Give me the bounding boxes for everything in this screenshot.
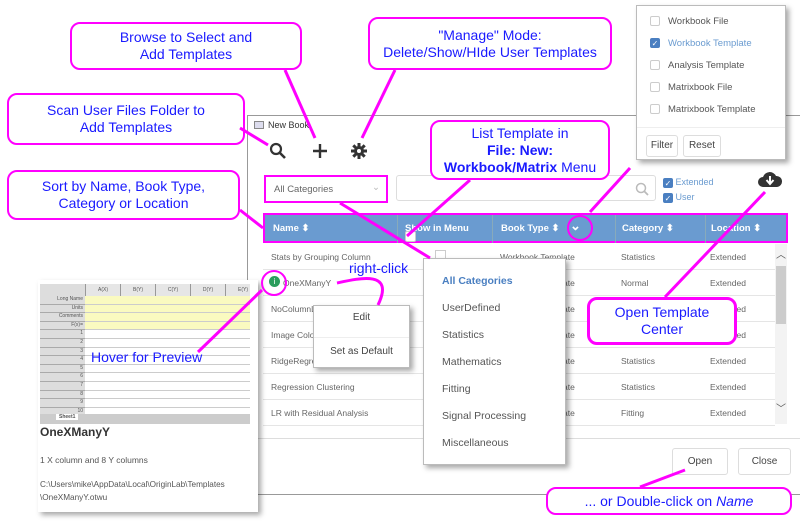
booktype-filter-popup: Filter Reset Workbook File ✓ Workbook Temp… (636, 5, 786, 160)
cell-category: Normal (621, 278, 649, 288)
booktype-option[interactable]: Matrixbook Template (650, 104, 755, 115)
col-book-type[interactable]: Book Type ⬍ (501, 223, 559, 234)
row-label: F(x)= (40, 322, 85, 331)
callout-template-center: Open Template Center (587, 297, 737, 345)
callout-double-click: ... or Double-click on Name (546, 487, 792, 515)
col-name[interactable]: Name ⬍ (273, 223, 309, 234)
booktype-filter-chevron-icon[interactable]: ⌄ (570, 218, 581, 234)
cell-location: Extended (710, 278, 746, 288)
template-preview: A(X) B(Y) C(Y) D(Y) E(Y) Long Name Units Commen… (38, 280, 258, 512)
row-label: 1 (40, 330, 85, 339)
cell-category: Statistics (621, 356, 656, 366)
cloud-download-icon[interactable] (757, 170, 783, 190)
label-hover-preview: Hover for Preview (91, 349, 203, 365)
plus-icon[interactable] (312, 143, 328, 159)
cell-location: Extended (710, 382, 746, 392)
row-label: 2 (40, 339, 85, 348)
col-location[interactable]: Location ⬍ (711, 223, 761, 234)
sheet-tab: Sheet1 (40, 414, 250, 424)
category-menu-item[interactable]: Miscellaneous (442, 437, 509, 449)
info-icon[interactable]: i (269, 276, 280, 287)
cell-name: LR with Residual Analysis (271, 408, 369, 418)
cell-category: Statistics (621, 382, 656, 392)
cell-name: Regression Clustering (271, 382, 355, 392)
callout-browse: Browse to Select and Add Templates (70, 22, 302, 70)
extended-label: Extended (675, 177, 714, 187)
scrollbar[interactable]: ︿ ﹀ (775, 244, 787, 424)
category-select[interactable]: All Categories ⌄ (264, 175, 388, 203)
cell-location: Extended (710, 356, 746, 366)
booktype-option[interactable]: Workbook File (650, 16, 729, 27)
category-menu-item[interactable]: Fitting (442, 383, 471, 395)
cell-category: Fitting (621, 408, 645, 418)
search-icon[interactable] (269, 142, 287, 160)
row-label: 8 (40, 391, 85, 400)
reset-button[interactable]: Reset (683, 135, 721, 157)
chevron-down-icon: ⌄ (372, 182, 380, 193)
gear-icon[interactable] (351, 143, 367, 159)
cell-location: Extended (710, 408, 746, 418)
row-label: 5 (40, 365, 85, 374)
cell-name: OneXManyY (283, 278, 332, 288)
booktype-option[interactable]: Analysis Template (650, 60, 744, 71)
window-title: New Book (268, 120, 310, 130)
cell-location: Extended (710, 252, 746, 262)
preview-description: 1 X column and 8 Y columns (40, 455, 148, 465)
row-label: 7 (40, 382, 85, 391)
label-right-click: right-click (349, 260, 409, 276)
column-header: E(Y) (225, 284, 250, 296)
cell-category: Statistics (621, 252, 656, 262)
column-header: C(Y) (155, 284, 190, 296)
user-label: User (675, 192, 695, 202)
category-menu-item[interactable]: Statistics (442, 329, 484, 341)
table-header: Name ⬍ Show in Menu Book Type ⬍ ⌄ Catego… (263, 213, 788, 243)
category-menu-item[interactable]: Signal Processing (442, 410, 526, 422)
col-show-in-menu[interactable]: Show in Menu (405, 223, 469, 242)
context-menu: Edit Set as Default (313, 305, 410, 368)
menu-item-edit[interactable]: Edit (314, 312, 409, 323)
category-menu-item[interactable]: All Categories (442, 275, 513, 287)
row-label: 9 (40, 399, 85, 408)
open-button[interactable]: Open (672, 448, 728, 475)
category-menu-item[interactable]: Mathematics (442, 356, 502, 368)
row-label: 3 (40, 348, 85, 357)
column-header: B(Y) (120, 284, 155, 296)
col-category[interactable]: Category ⬍ (622, 223, 674, 234)
category-select-value: All Categories (274, 184, 334, 195)
preview-path: C:\Users\mike\AppData\Local\OriginLab\Te… (40, 480, 225, 489)
booktype-option[interactable]: ✓ Workbook Template (650, 38, 752, 49)
user-checkbox[interactable]: ✓ User (663, 192, 695, 203)
scroll-down-icon[interactable]: ﹀ (776, 400, 786, 415)
row-label: Long Name (40, 296, 85, 305)
close-button[interactable]: Close (738, 448, 791, 475)
scroll-up-icon[interactable]: ︿ (776, 246, 786, 261)
category-menu: All Categories UserDefined Statistics Mathe… (423, 258, 566, 465)
row-label: 6 (40, 373, 85, 382)
filter-button[interactable]: Filter (646, 135, 678, 157)
search-icon (635, 182, 649, 196)
column-header: D(Y) (190, 284, 225, 296)
row-label: Comments (40, 313, 85, 322)
callout-list-template: List Template in File: New: Workbook/Matri… (430, 120, 610, 180)
extended-checkbox[interactable]: ✓ Extended (663, 177, 714, 188)
preview-name: OneXManyY (40, 425, 111, 439)
callout-manage: "Manage" Mode: Delete/Show/HIde User Temp… (368, 17, 612, 70)
callout-scan: Scan User Files Folder to Add Templates (7, 93, 245, 145)
preview-path-file: \OneXManyY.otwu (40, 493, 108, 502)
column-header: A(X) (85, 284, 120, 296)
menu-item-set-default[interactable]: Set as Default (314, 346, 409, 357)
window-icon (254, 121, 264, 129)
category-menu-item[interactable]: UserDefined (442, 302, 500, 314)
row-label: 4 (40, 356, 85, 365)
row-label: Units (40, 305, 85, 314)
callout-sort: Sort by Name, Book Type, Category or Loca… (7, 170, 240, 220)
booktype-option[interactable]: Matrixbook File (650, 82, 732, 93)
